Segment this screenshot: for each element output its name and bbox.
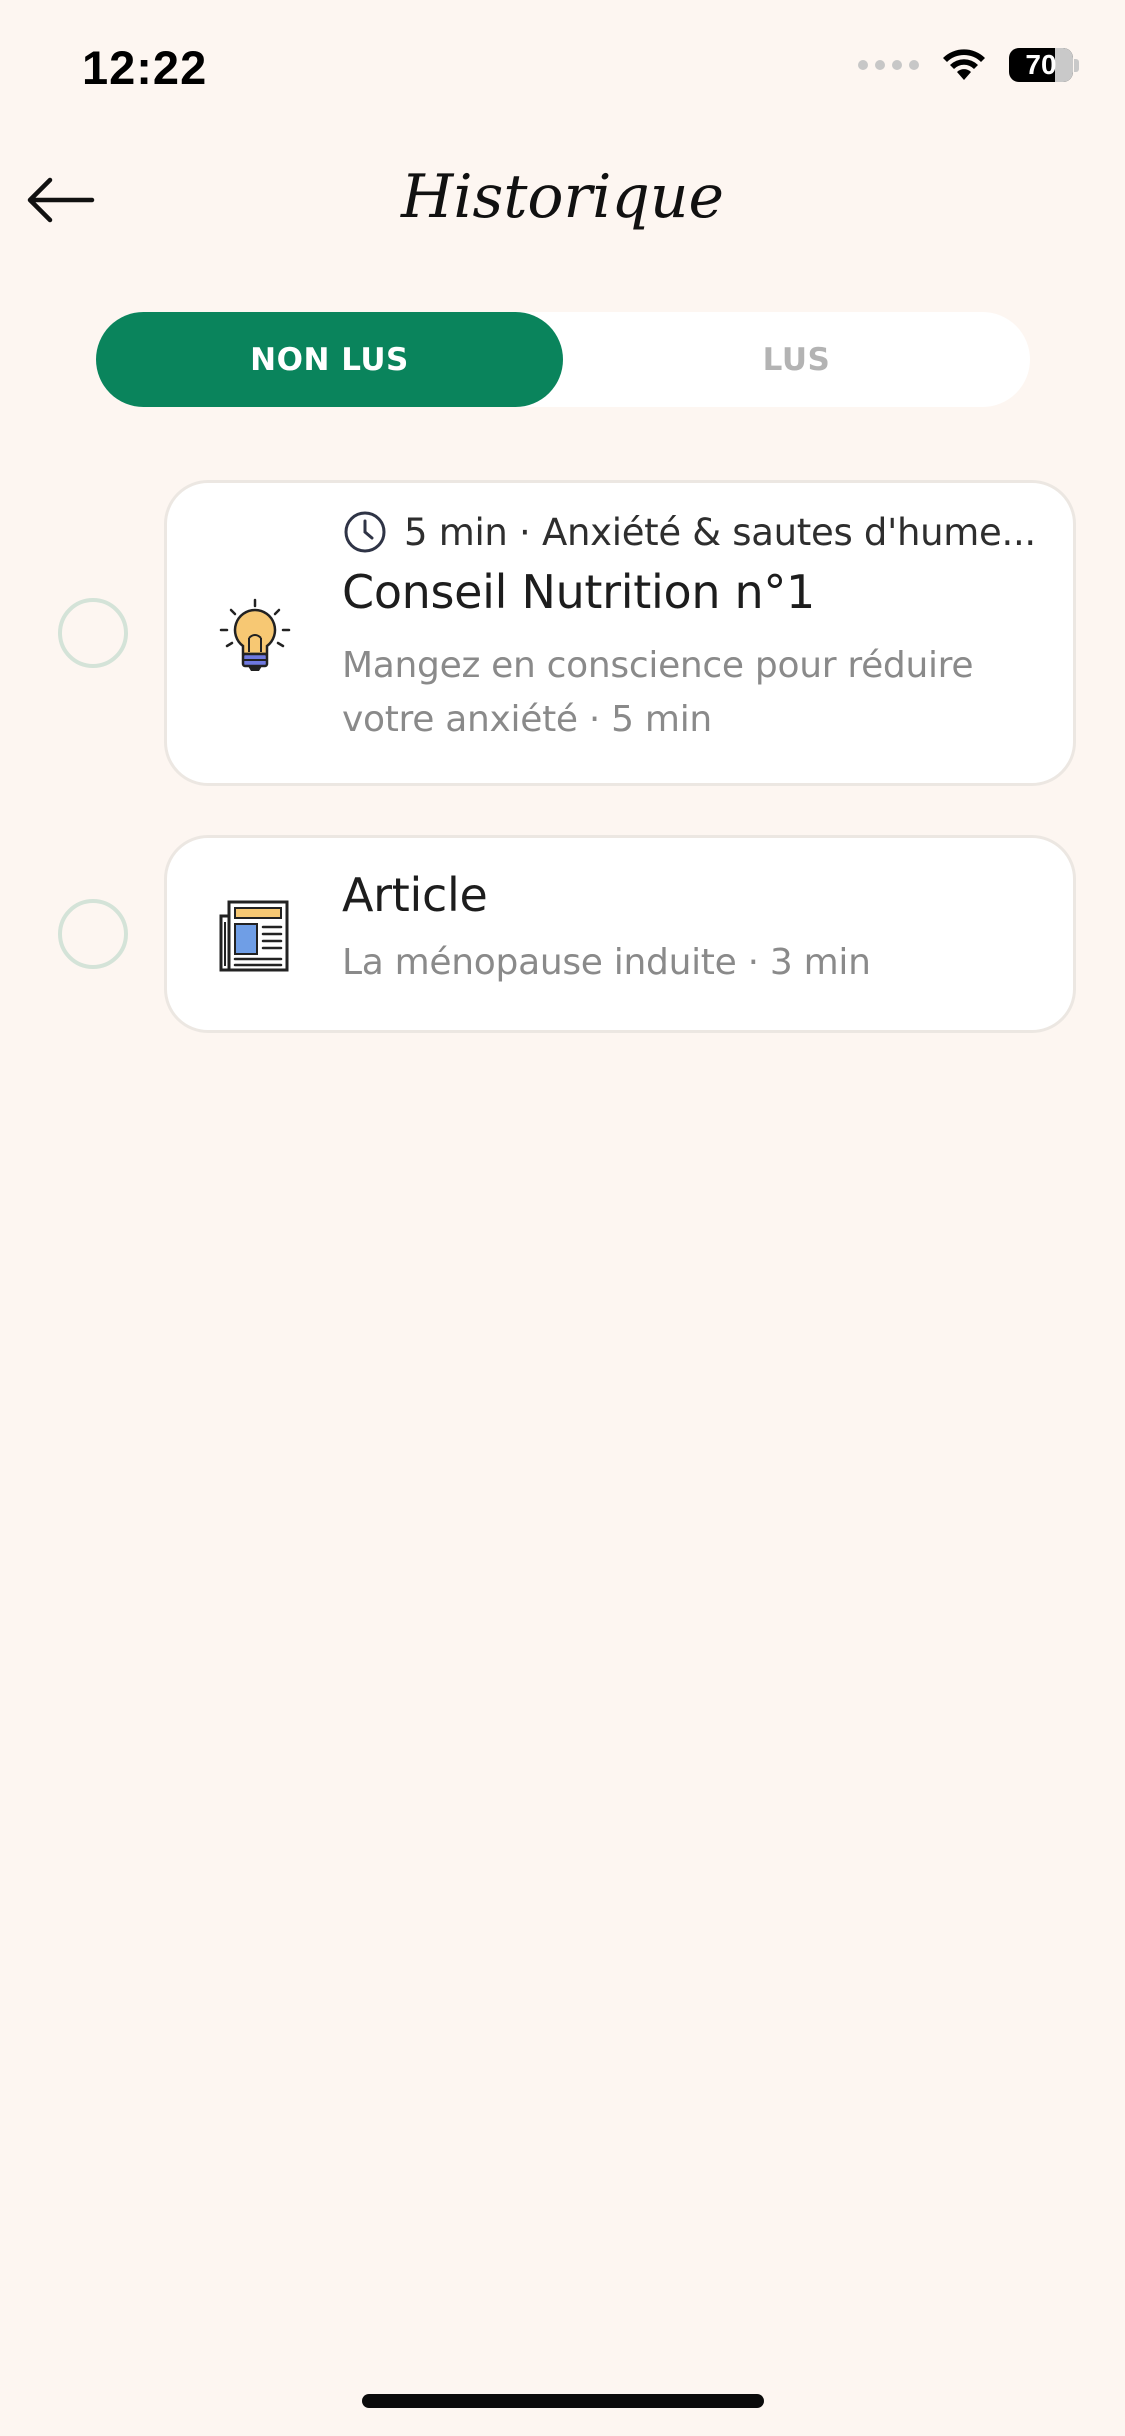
list-item: 5 min · Anxiété & sautes d'hume... Conse… [0, 480, 1125, 786]
page-title: Historique [401, 162, 724, 232]
tab-unread[interactable]: NON LUS [96, 312, 563, 407]
lightbulb-icon [219, 598, 291, 671]
clock-icon [344, 511, 386, 553]
card-title: Conseil Nutrition n°1 [342, 565, 816, 619]
tab-read[interactable]: LUS [563, 312, 1030, 407]
mark-read-radio[interactable] [58, 899, 128, 969]
card-meta: 5 min · Anxiété & sautes d'hume... [342, 509, 1043, 555]
status-time: 12:22 [82, 41, 208, 94]
mark-read-radio[interactable] [58, 598, 128, 668]
battery-icon: 70 [1009, 48, 1073, 82]
header: Historique [0, 150, 1125, 250]
home-indicator[interactable] [362, 2394, 764, 2408]
battery-indicator: 70 [1009, 48, 1079, 82]
status-bar: 12:22 70 [0, 0, 1125, 130]
content-card[interactable]: 5 min · Anxiété & sautes d'hume... Conse… [164, 480, 1076, 786]
card-meta-text: 5 min · Anxiété & sautes d'hume... [404, 510, 1036, 554]
card-description: Mangez en conscience pour réduire votre … [342, 645, 974, 740]
status-indicators: 70 [858, 48, 1079, 82]
newspaper-icon [219, 900, 289, 972]
card-body: 5 min · Anxiété & sautes d'hume... Conse… [342, 509, 1043, 747]
list-item: Article La ménopause induite · 3 min [0, 835, 1125, 1033]
wifi-icon [943, 49, 985, 80]
card-description: La ménopause induite · 3 min [342, 942, 871, 983]
card-body: Article La ménopause induite · 3 min [342, 868, 1043, 990]
card-title: Article [342, 868, 488, 922]
read-status-tabs: NON LUS LUS [96, 312, 1030, 407]
battery-level: 70 [1025, 49, 1057, 80]
screen: 12:22 70 Historique NON LUS LUS 5 min · … [0, 0, 1125, 2436]
content-card[interactable]: Article La ménopause induite · 3 min [164, 835, 1076, 1033]
cellular-signal-icon [858, 60, 919, 70]
